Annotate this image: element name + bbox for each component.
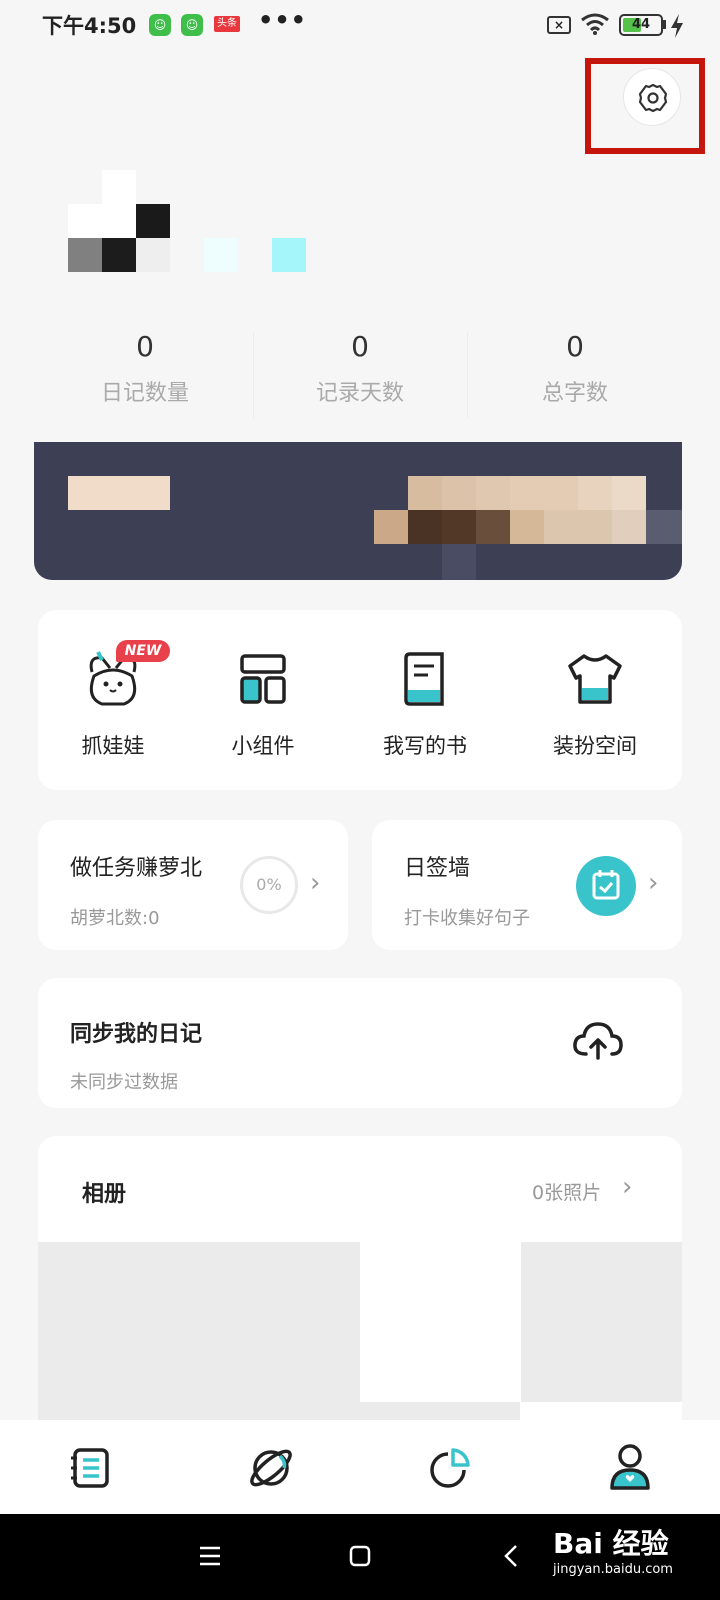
battery-icon: 44 [619, 14, 663, 36]
sync-title: 同步我的日记 [70, 1022, 203, 1047]
tool-claw-doll[interactable]: 抓娃娃 [38, 646, 188, 760]
baidu-watermark-url: jingyan.baidu.com [553, 1562, 673, 1577]
wifi-icon [581, 13, 609, 35]
bottom-nav [0, 1420, 720, 1514]
sign-subtitle: 打卡收集好句子 [404, 908, 530, 929]
sync-card[interactable]: 同步我的日记 未同步过数据 [38, 978, 682, 1108]
stat-diary-count: 0 日记数量 [40, 330, 250, 407]
profile-icon[interactable] [608, 1442, 652, 1492]
task-subtitle: 胡萝北数:0 [70, 908, 160, 929]
tool-label: 抓娃娃 [81, 734, 145, 758]
app-notification-icon: ☺ [181, 14, 203, 36]
planet-icon[interactable] [248, 1446, 294, 1490]
tool-my-books[interactable]: 我写的书 [350, 646, 500, 760]
task-card[interactable]: 做任务赚萝北 胡萝北数:0 0% › [38, 820, 348, 950]
stat-value: 0 [136, 330, 154, 363]
album-title: 相册 [82, 1182, 127, 1207]
tool-label: 装扮空间 [553, 734, 637, 758]
chevron-right-icon: › [648, 868, 659, 898]
baidu-watermark: Bai 经验 [553, 1527, 669, 1560]
home-icon[interactable] [348, 1544, 372, 1568]
status-time: 下午4:50 [42, 14, 137, 38]
album-count: 0张照片 [532, 1182, 602, 1204]
stat-word-count: 0 总字数 [470, 330, 680, 407]
calendar-check-icon [576, 856, 636, 916]
divider [253, 332, 254, 418]
stat-label: 总字数 [541, 381, 608, 406]
avatar[interactable] [68, 170, 308, 274]
tool-label: 小组件 [231, 734, 295, 758]
daily-sign-card[interactable]: 日签墙 打卡收集好句子 › [372, 820, 682, 950]
shirt-icon [568, 654, 622, 704]
cloud-upload-icon[interactable] [572, 1018, 624, 1062]
task-progress-ring: 0% [240, 856, 298, 914]
tool-dress-up[interactable]: 装扮空间 [520, 646, 670, 760]
chevron-right-icon: › [310, 868, 321, 898]
chevron-right-icon: › [622, 1172, 633, 1202]
sign-title: 日签墙 [404, 856, 471, 881]
toutiao-notification-icon: 头条 [214, 16, 240, 32]
album-card[interactable]: 相册 0张照片 › [38, 1136, 682, 1436]
settings-highlight-frame [585, 58, 705, 154]
stats-icon[interactable] [428, 1446, 472, 1490]
album-photo-placeholder[interactable] [521, 1242, 682, 1402]
tool-widget[interactable]: 小组件 [188, 646, 338, 760]
status-bar: 下午4:50 ☺ ☺ 头条 ••• × 44 [0, 0, 720, 52]
charging-icon [671, 14, 683, 38]
app-notification-icon: ☺ [149, 14, 171, 36]
task-title: 做任务赚萝北 [70, 856, 203, 881]
stat-value: 0 [351, 330, 369, 363]
stat-label: 记录天数 [315, 381, 404, 406]
more-notifications-icon: ••• [258, 6, 308, 34]
new-badge: NEW [116, 640, 170, 662]
tool-label: 我写的书 [383, 734, 467, 758]
divider [467, 332, 468, 418]
stat-record-days: 0 记录天数 [255, 330, 465, 407]
stat-value: 0 [566, 330, 584, 363]
stat-label: 日记数量 [100, 381, 189, 406]
widget-icon [240, 654, 286, 704]
battery-level: 44 [631, 17, 651, 32]
promo-banner[interactable] [34, 442, 682, 580]
diary-icon[interactable] [68, 1446, 112, 1490]
menu-icon[interactable] [198, 1544, 222, 1568]
book-icon [404, 652, 444, 706]
no-sim-icon: × [547, 16, 571, 34]
sync-subtitle: 未同步过数据 [70, 1072, 178, 1093]
album-photo-placeholder[interactable] [38, 1242, 360, 1436]
back-icon[interactable] [500, 1544, 524, 1568]
